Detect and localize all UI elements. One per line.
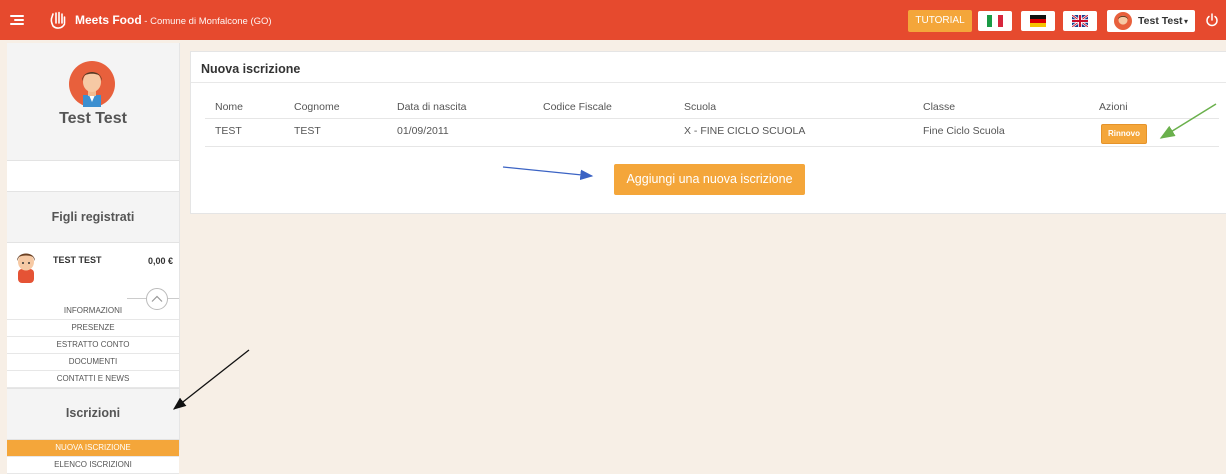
menu-item-presenze[interactable]: PRESENZE <box>7 320 179 337</box>
brand-name: Meets Food <box>75 13 142 27</box>
table-cell-cognome: TEST <box>294 125 321 137</box>
chevron-down-icon: ▾ <box>1184 17 1189 26</box>
table-cell-classe: Fine Ciclo Scuola <box>923 125 1005 137</box>
user-name: Test Test <box>1138 15 1183 27</box>
brand-municipality: - Comune di Monfalcone (GO) <box>141 16 272 27</box>
profile-name: Test Test <box>59 110 127 127</box>
user-menu-button[interactable]: Test Test ▾ <box>1107 10 1195 32</box>
power-icon[interactable] <box>1204 12 1220 28</box>
hand-logo-icon <box>50 11 66 29</box>
divider <box>205 146 1219 147</box>
divider <box>191 82 1226 83</box>
column-header-codice-fiscale: Codice Fiscale <box>543 101 612 113</box>
menu-item-documenti[interactable]: DOCUMENTI <box>7 354 179 371</box>
column-header-data-nascita: Data di nascita <box>397 101 467 113</box>
german-flag-icon <box>1030 15 1046 27</box>
language-italian-button[interactable] <box>978 11 1012 31</box>
sidebar: Test Test Figli registrati TEST TEST 0,0… <box>7 43 180 474</box>
black-arrow <box>172 349 250 410</box>
table-cell-data-nascita: 01/09/2011 <box>397 125 449 137</box>
collapse-button[interactable] <box>146 288 168 310</box>
tutorial-button[interactable]: TUTORIAL <box>908 10 972 32</box>
add-enrollment-button[interactable]: Aggiungi una nuova iscrizione <box>614 164 805 195</box>
table-cell-nome: TEST <box>215 125 242 137</box>
sidebar-spacer <box>7 161 179 192</box>
italian-flag-icon <box>987 15 1003 27</box>
column-header-scuola: Scuola <box>684 101 717 113</box>
child-card[interactable]: TEST TEST 0,00 € <box>7 243 179 310</box>
uk-flag-icon <box>1072 15 1088 27</box>
section-enrollments: Iscrizioni <box>7 388 179 440</box>
avatar <box>69 61 115 107</box>
child-avatar-icon <box>17 253 35 283</box>
menu-item-estratto-conto[interactable]: ESTRATTO CONTO <box>7 337 179 354</box>
column-header-azioni: Azioni <box>1099 101 1128 113</box>
top-bar: Meets Food - Comune di Monfalcone (GO) T… <box>0 0 1226 40</box>
menu-item-contatti-news[interactable]: CONTATTI E NEWS <box>7 371 179 388</box>
table-cell-scuola: X - FINE CICLO SCUOLA <box>684 125 806 137</box>
column-header-classe: Classe <box>923 101 956 113</box>
new-enrollment-panel: Nuova iscrizione Nome Cognome Data di na… <box>190 51 1226 214</box>
language-english-button[interactable] <box>1063 11 1097 31</box>
menu-item-nuova-iscrizione[interactable]: NUOVA ISCRIZIONE <box>7 440 179 457</box>
menu-item-elenco-iscrizioni[interactable]: ELENCO ISCRIZIONI <box>7 457 179 474</box>
child-balance: 0,00 € <box>147 256 173 266</box>
avatar <box>1114 12 1132 30</box>
language-german-button[interactable] <box>1021 11 1055 31</box>
chevron-up-icon <box>151 295 163 302</box>
panel-title: Nuova iscrizione <box>201 62 301 76</box>
renew-button[interactable]: Rinnovo <box>1101 124 1147 144</box>
column-header-cognome: Cognome <box>294 101 340 113</box>
divider <box>205 118 1219 119</box>
brand-title[interactable]: Meets Food - Comune di Monfalcone (GO) <box>75 13 272 27</box>
menu-toggle-icon[interactable] <box>10 13 24 27</box>
column-header-nome: Nome <box>215 101 244 113</box>
section-registered-children: Figli registrati <box>7 192 179 243</box>
profile-card: Test Test <box>7 43 179 161</box>
child-name: TEST TEST <box>53 255 102 265</box>
